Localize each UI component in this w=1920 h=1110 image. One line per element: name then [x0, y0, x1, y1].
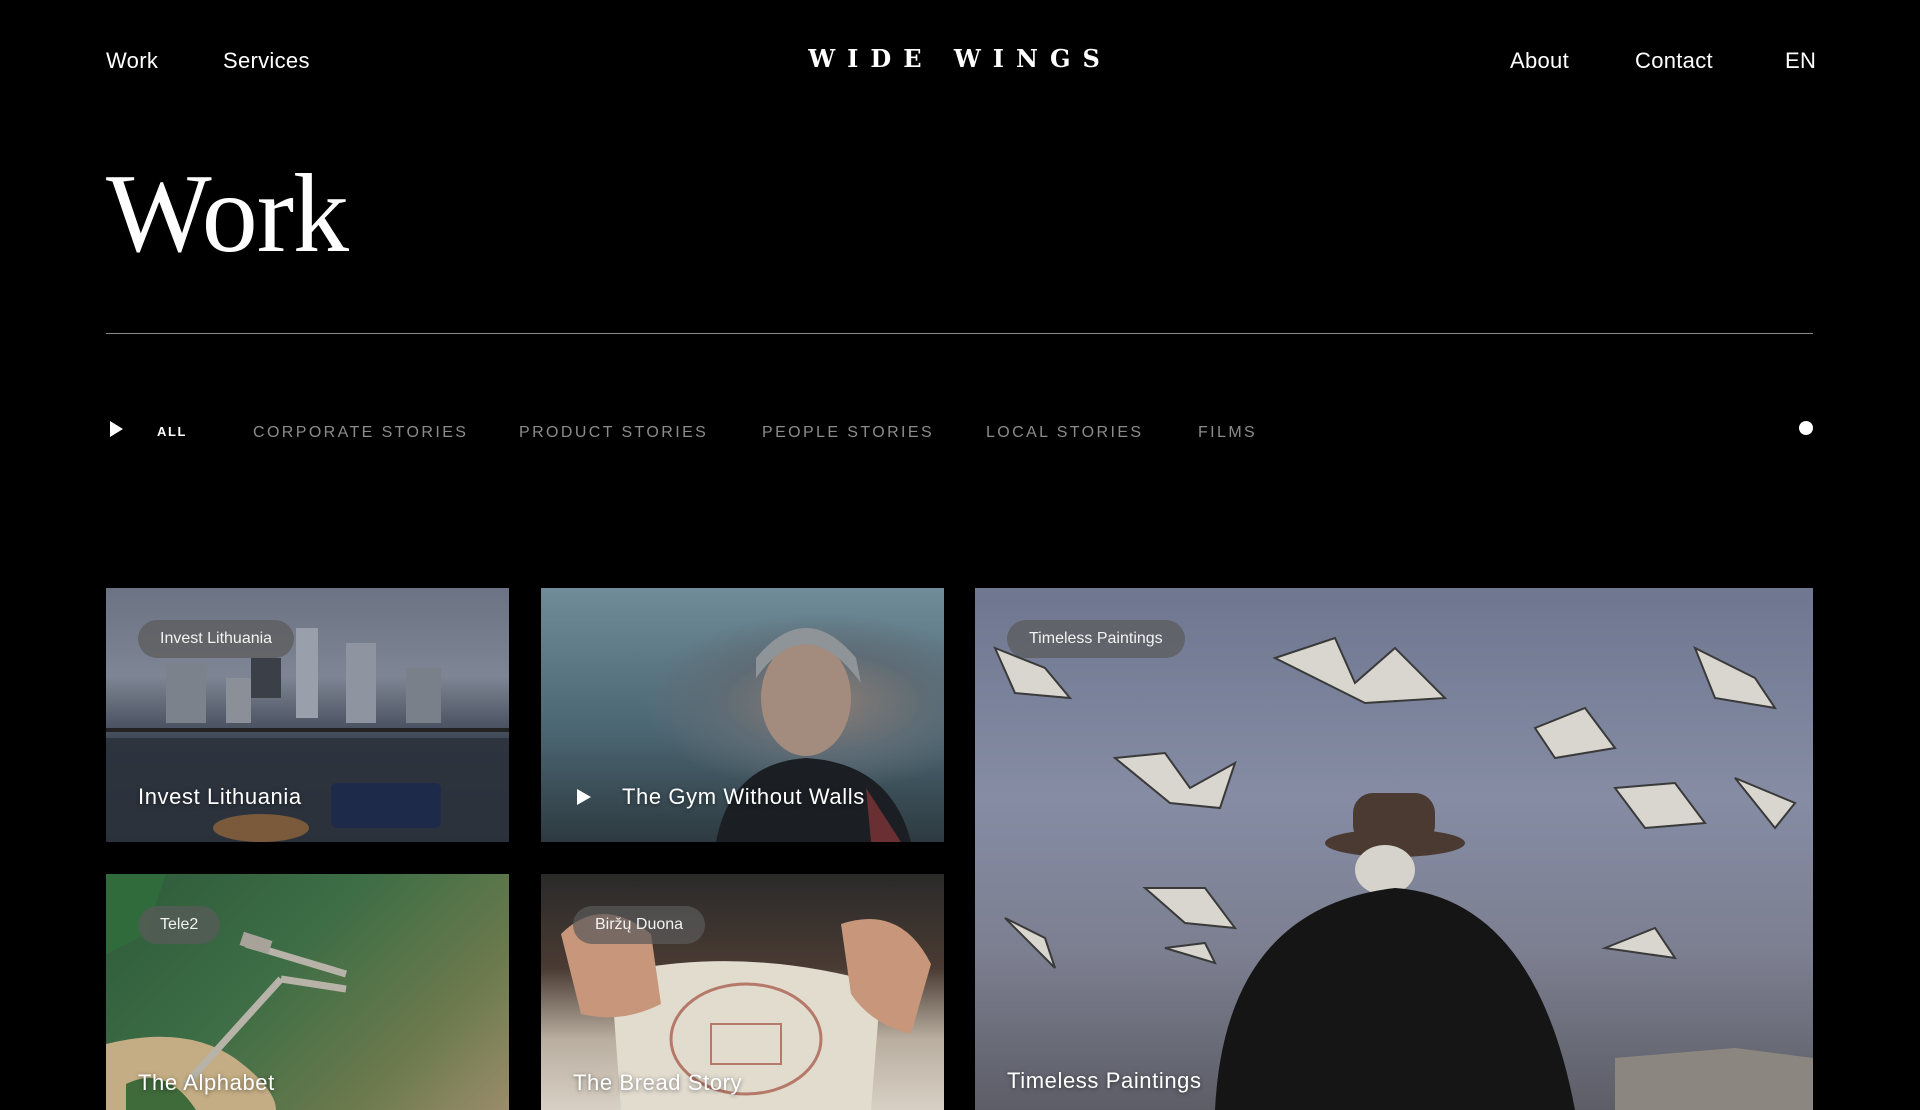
project-card-invest-lithuania[interactable]: Invest Lithuania Invest Lithuania	[106, 588, 509, 842]
project-title: The Bread Story	[573, 1070, 743, 1095]
project-title: The Alphabet	[138, 1070, 275, 1095]
project-title: Timeless Paintings	[1007, 1068, 1202, 1093]
divider	[106, 333, 1813, 334]
project-title: Invest Lithuania	[138, 784, 302, 809]
filter-people-stories[interactable]: PEOPLE STORIES	[762, 424, 934, 442]
client-badge: Timeless Paintings	[1007, 620, 1185, 658]
nav-about[interactable]: About	[1510, 48, 1569, 74]
filter-all[interactable]: ALL	[157, 424, 187, 439]
filter-local-stories[interactable]: LOCAL STORIES	[986, 424, 1143, 442]
page-title: Work	[106, 152, 349, 276]
project-card-the-alphabet[interactable]: Tele2 The Alphabet	[106, 874, 509, 1110]
project-card-timeless-paintings[interactable]: Timeless Paintings Timeless Paintings	[975, 588, 1813, 1110]
project-card-gym-without-walls[interactable]: The Gym Without Walls	[541, 588, 944, 842]
view-toggle-dot[interactable]	[1799, 421, 1813, 435]
client-badge: Biržų Duona	[573, 906, 706, 944]
filter-corporate-stories[interactable]: CORPORATE STORIES	[253, 424, 468, 442]
filter-product-stories[interactable]: PRODUCT STORIES	[519, 424, 708, 442]
project-card-bread-story[interactable]: Biržų Duona The Bread Story	[541, 874, 944, 1110]
nav-contact[interactable]: Contact	[1635, 48, 1713, 74]
play-icon[interactable]	[577, 789, 591, 805]
play-icon[interactable]	[110, 421, 123, 437]
language-switch[interactable]: EN	[1785, 48, 1816, 74]
site-logo[interactable]: WIDE WINGS	[0, 44, 1920, 73]
client-badge: Tele2	[138, 906, 221, 944]
filter-films[interactable]: FILMS	[1198, 424, 1257, 442]
project-thumbnail	[975, 588, 1813, 1110]
project-title: The Gym Without Walls	[622, 784, 865, 809]
client-badge: Invest Lithuania	[138, 620, 295, 658]
